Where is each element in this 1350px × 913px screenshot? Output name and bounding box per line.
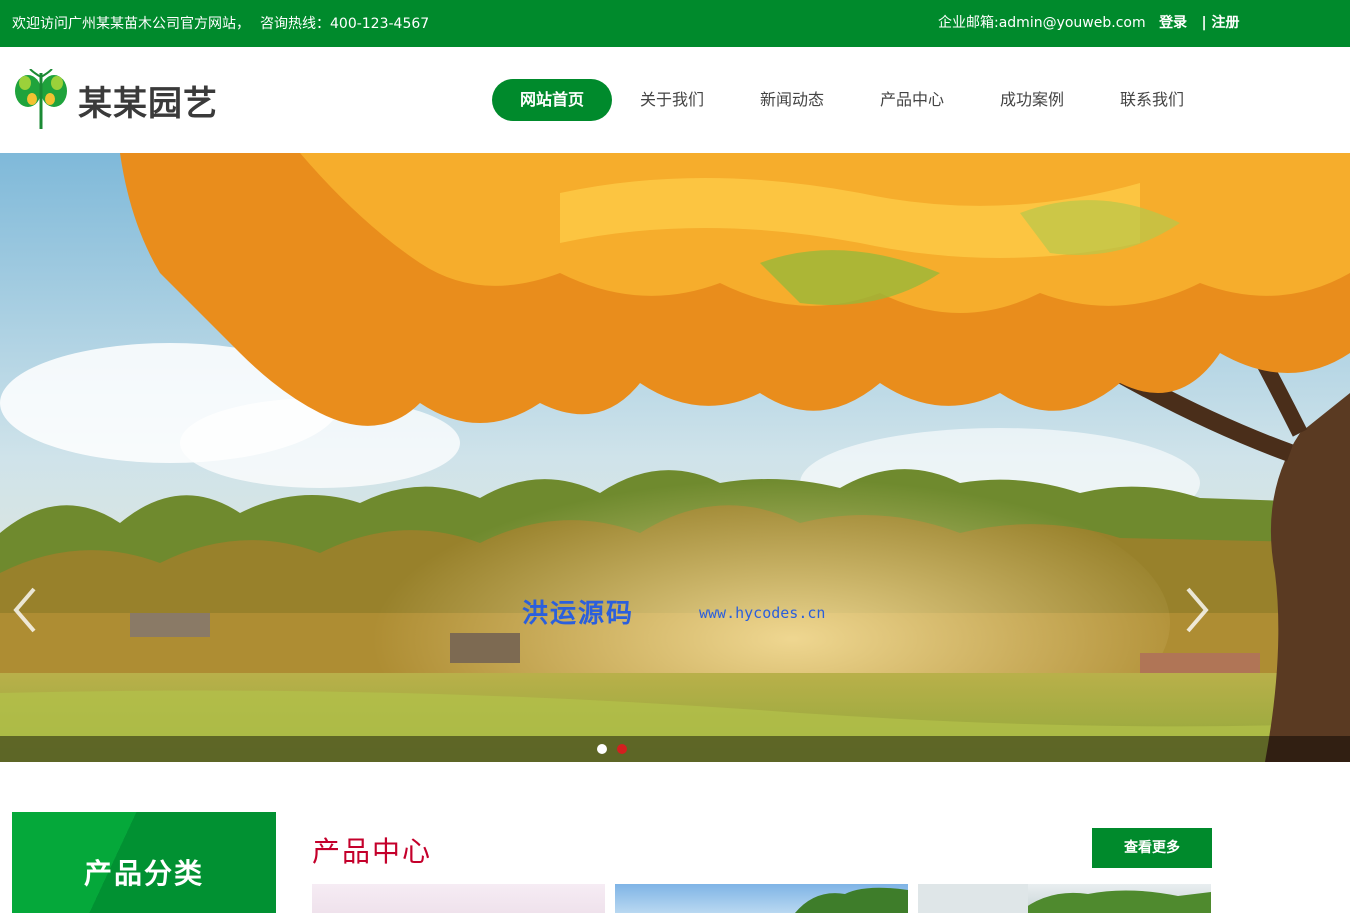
product-thumb-3[interactable]: [918, 884, 1211, 913]
main-nav: 网站首页 关于我们 新闻动态 产品中心 成功案例 联系我们: [492, 79, 1212, 121]
chevron-left-icon[interactable]: [8, 585, 42, 635]
welcome-text: 欢迎访问广州某某苗木公司官方网站， 咨询热线：400-123-4567: [12, 13, 429, 33]
hero-banner: 洪运源码 www.hycodes.cn: [0, 153, 1350, 762]
hotline-text: 咨询热线：400-123-4567: [260, 16, 430, 32]
watermark-en: www.hycodes.cn: [699, 604, 826, 622]
product-thumb-2-image: [795, 887, 908, 913]
nav-item-contact[interactable]: 联系我们: [1092, 79, 1212, 121]
nav-item-home[interactable]: 网站首页: [492, 79, 612, 121]
email-text: 企业邮箱:admin@youweb.com: [938, 15, 1146, 31]
product-category-panel: 产品分类: [12, 812, 276, 913]
chevron-right-icon[interactable]: [1180, 585, 1214, 635]
slider-pagination: [0, 736, 1350, 762]
welcome-message: 欢迎访问广州某某苗木公司官方网站，: [12, 16, 250, 32]
top-bar-links: 企业邮箱:admin@youweb.com 登录 | 注册: [938, 12, 1240, 32]
product-thumb-2[interactable]: [615, 884, 908, 913]
category-title: 产品分类: [83, 857, 204, 890]
nav-item-about[interactable]: 关于我们: [612, 79, 732, 121]
register-link[interactable]: | 注册: [1202, 15, 1240, 31]
nav-item-news[interactable]: 新闻动态: [732, 79, 852, 121]
header: 某某园艺 网站首页 关于我们 新闻动态 产品中心 成功案例 联系我们: [0, 47, 1350, 153]
logo-text: 某某园艺: [78, 83, 218, 124]
view-more-button[interactable]: 查看更多: [1092, 828, 1212, 868]
login-link[interactable]: 登录: [1159, 15, 1187, 31]
slide-dot-1[interactable]: [597, 744, 607, 754]
nav-item-products[interactable]: 产品中心: [852, 79, 972, 121]
product-thumb-3-image: [918, 884, 1211, 913]
nav-item-cases[interactable]: 成功案例: [972, 79, 1092, 121]
logo[interactable]: 某某园艺: [12, 69, 218, 131]
butterfly-leaf-logo-icon: [15, 69, 67, 129]
slide-dot-2-active[interactable]: [617, 744, 627, 754]
product-thumb-1[interactable]: [312, 884, 605, 913]
watermark-cn: 洪运源码: [522, 599, 635, 629]
product-section-title: 产品中心: [312, 835, 433, 868]
banner-image: [0, 153, 1350, 762]
top-bar: 欢迎访问广州某某苗木公司官方网站， 咨询热线：400-123-4567 企业邮箱:…: [0, 0, 1350, 47]
